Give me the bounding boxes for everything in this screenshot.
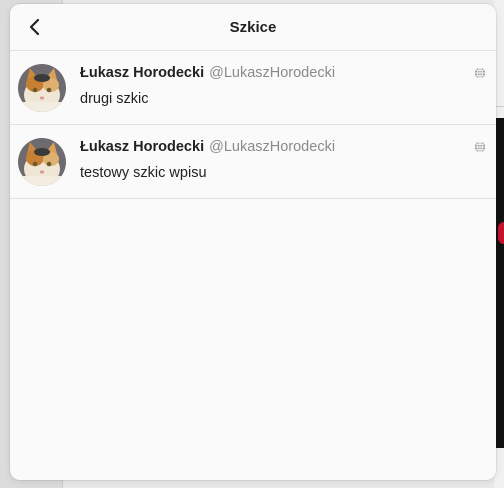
globe-icon — [474, 67, 486, 79]
draft-text: testowy szkic wpisu — [80, 165, 207, 181]
drafts-modal: Szkice Łukasz Horodecki @LukaszHorodecki … — [10, 4, 496, 480]
modal-header: Szkice — [10, 4, 496, 51]
author-row: Łukasz Horodecki @LukaszHorodecki — [80, 65, 335, 81]
back-button[interactable] — [22, 14, 48, 40]
background-media-accent — [498, 222, 504, 244]
author-handle: @LukaszHorodecki — [209, 65, 336, 81]
draft-text: drugi szkic — [80, 91, 149, 107]
avatar — [18, 64, 66, 112]
background-media — [496, 118, 504, 448]
page-title: Szkice — [229, 18, 277, 36]
draft-item[interactable]: Łukasz Horodecki @LukaszHorodecki drugi s… — [10, 51, 496, 125]
avatar — [18, 138, 66, 186]
author-row: Łukasz Horodecki @LukaszHorodecki — [80, 139, 335, 155]
author-name: Łukasz Horodecki — [80, 139, 205, 155]
author-name: Łukasz Horodecki — [80, 65, 205, 81]
draft-item[interactable]: Łukasz Horodecki @LukaszHorodecki testowy… — [10, 125, 496, 199]
author-handle: @LukaszHorodecki — [209, 139, 336, 155]
chevron-left-icon — [29, 18, 40, 36]
globe-icon — [474, 141, 486, 153]
